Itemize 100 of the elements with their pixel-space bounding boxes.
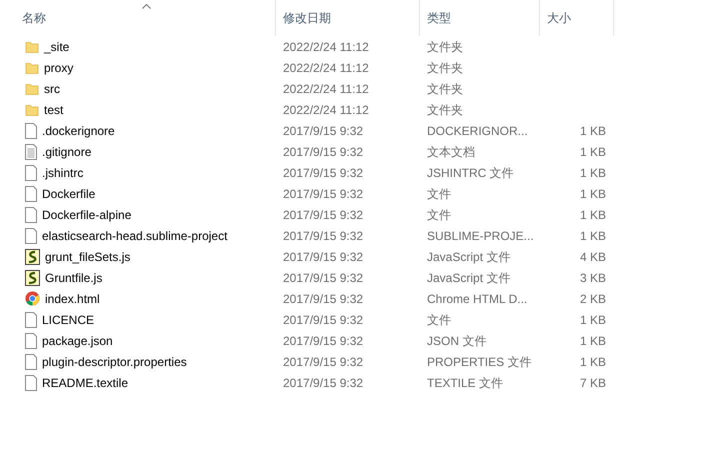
file-row[interactable]: .gitignore 2017/9/15 9:32 文本文档 1 KB bbox=[0, 141, 704, 162]
file-name: Dockerfile bbox=[42, 186, 96, 202]
file-row[interactable]: Dockerfile 2017/9/15 9:32 文件 1 KB bbox=[0, 183, 704, 204]
file-row[interactable]: elasticsearch-head.sublime-project 2017/9/15 9:32 SUBLIME-PROJE... 1 KB bbox=[0, 225, 704, 246]
file-icon bbox=[25, 332, 37, 348]
file-name: src bbox=[44, 80, 60, 98]
file-name: elasticsearch-head.sublime-project bbox=[42, 228, 228, 244]
modified-date: 2017/9/15 9:32 bbox=[283, 124, 364, 138]
file-type: 文件夹 bbox=[427, 60, 463, 74]
file-row[interactable]: Gruntfile.js 2017/9/15 9:32 JavaScript 文件 3 KB bbox=[0, 267, 704, 288]
modified-date: 2022/2/24 11:12 bbox=[283, 102, 369, 116]
file-name: plugin-descriptor.properties bbox=[42, 354, 187, 370]
file-row[interactable]: _site 2022/2/24 11:12 文件夹 bbox=[0, 36, 704, 57]
column-header[interactable]: 修改日期 bbox=[276, 0, 420, 36]
modified-date: 2017/9/15 9:32 bbox=[283, 312, 364, 326]
browser-icon bbox=[25, 291, 40, 306]
file-type: PROPERTIES 文件 bbox=[427, 354, 532, 368]
folder-icon bbox=[25, 102, 39, 116]
file-name: .gitignore bbox=[42, 144, 92, 160]
file-row[interactable]: .jshintrc 2017/9/15 9:32 JSHINTRC 文件 1 KB bbox=[0, 162, 704, 183]
file-name: Dockerfile-alpine bbox=[42, 206, 132, 224]
file-icon bbox=[25, 228, 37, 244]
file-row[interactable]: README.textile 2017/9/15 9:32 TEXTILE 文件 7 KB bbox=[0, 372, 704, 393]
modified-date: 2022/2/24 11:12 bbox=[283, 60, 369, 74]
file-type: 文件 bbox=[427, 186, 451, 200]
file-type: TEXTILE 文件 bbox=[427, 376, 504, 390]
file-size: 7 KB bbox=[580, 374, 606, 392]
column-header[interactable]: 名称 bbox=[0, 0, 276, 36]
file-row[interactable]: Dockerfile-alpine 2017/9/15 9:32 文件 1 KB bbox=[0, 204, 704, 225]
file-name: README.textile bbox=[42, 374, 128, 392]
file-size: 1 KB bbox=[580, 164, 606, 182]
modified-date: 2022/2/24 11:12 bbox=[283, 40, 369, 54]
file-row[interactable]: package.json 2017/9/15 9:32 JSON 文件 1 KB bbox=[0, 330, 704, 351]
file-size: 1 KB bbox=[580, 186, 606, 202]
file-icon bbox=[25, 164, 37, 180]
modified-date: 2022/2/24 11:12 bbox=[283, 82, 369, 96]
file-name: index.html bbox=[45, 290, 100, 308]
file-type: Chrome HTML D... bbox=[427, 292, 528, 306]
file-row[interactable]: proxy 2022/2/24 11:12 文件夹 bbox=[0, 57, 704, 78]
modified-date: 2017/9/15 9:32 bbox=[283, 292, 364, 306]
file-size: 2 KB bbox=[580, 290, 606, 308]
text-file-icon bbox=[25, 144, 37, 160]
file-type: 文件 bbox=[427, 208, 451, 222]
modified-date: 2017/9/15 9:32 bbox=[283, 166, 364, 180]
file-row[interactable]: .dockerignore 2017/9/15 9:32 DOCKERIGNOR... 1 KB bbox=[0, 120, 704, 141]
modified-date: 2017/9/15 9:32 bbox=[283, 250, 364, 264]
file-type: JSON 文件 bbox=[427, 334, 486, 348]
modified-date: 2017/9/15 9:32 bbox=[283, 228, 364, 242]
file-type: JSHINTRC 文件 bbox=[427, 166, 514, 180]
file-type: 文件夹 bbox=[427, 40, 463, 54]
file-row[interactable]: test 2022/2/24 11:12 文件夹 bbox=[0, 99, 704, 120]
file-type: 文本文档 bbox=[427, 144, 475, 158]
file-name: _site bbox=[44, 38, 70, 56]
file-size: 1 KB bbox=[580, 144, 606, 160]
file-row[interactable]: LICENCE 2017/9/15 9:32 文件 1 KB bbox=[0, 309, 704, 330]
file-name: test bbox=[44, 102, 64, 118]
column-header[interactable]: 类型 bbox=[420, 0, 540, 36]
file-size: 1 KB bbox=[580, 332, 606, 350]
file-row[interactable]: plugin-descriptor.properties 2017/9/15 9:32 PROPERTIES 文件 1 KB bbox=[0, 351, 704, 372]
file-icon bbox=[25, 354, 37, 370]
modified-date: 2017/9/15 9:32 bbox=[283, 334, 364, 348]
file-size: 1 KB bbox=[580, 206, 606, 224]
file-icon bbox=[25, 186, 37, 202]
file-size: 4 KB bbox=[580, 248, 606, 266]
file-type: SUBLIME-PROJE... bbox=[427, 228, 534, 242]
file-name: LICENCE bbox=[42, 312, 94, 328]
modified-date: 2017/9/15 9:32 bbox=[283, 270, 364, 284]
file-name: .dockerignore bbox=[42, 122, 115, 140]
modified-date: 2017/9/15 9:32 bbox=[283, 208, 364, 222]
modified-date: 2017/9/15 9:32 bbox=[283, 354, 364, 368]
file-name: proxy bbox=[44, 60, 74, 76]
file-size: 1 KB bbox=[580, 312, 606, 328]
folder-icon bbox=[25, 82, 39, 96]
file-size: 1 KB bbox=[580, 228, 606, 244]
file-size: 1 KB bbox=[580, 122, 606, 140]
file-icon bbox=[25, 312, 37, 328]
file-type: 文件夹 bbox=[427, 82, 463, 96]
file-row[interactable]: src 2022/2/24 11:12 文件夹 bbox=[0, 78, 704, 99]
file-type: DOCKERIGNOR... bbox=[427, 124, 528, 138]
file-icon bbox=[25, 374, 37, 390]
column-header[interactable]: 大小 bbox=[540, 0, 614, 36]
file-size: 1 KB bbox=[580, 354, 606, 370]
script-file-icon bbox=[25, 270, 40, 286]
folder-icon bbox=[25, 40, 39, 54]
script-file-icon bbox=[25, 248, 40, 264]
file-row[interactable]: index.html 2017/9/15 9:32 Chrome HTML D... 2 KB bbox=[0, 288, 704, 309]
file-size: 3 KB bbox=[580, 270, 606, 286]
file-row[interactable]: grunt_fileSets.js 2017/9/15 9:32 JavaScript 文件 4 KB bbox=[0, 246, 704, 267]
file-name: .jshintrc bbox=[42, 164, 84, 182]
file-type: JavaScript 文件 bbox=[427, 250, 510, 264]
file-name: Gruntfile.js bbox=[45, 270, 102, 286]
file-name: grunt_fileSets.js bbox=[45, 248, 130, 266]
modified-date: 2017/9/15 9:32 bbox=[283, 186, 364, 200]
file-type: JavaScript 文件 bbox=[427, 270, 510, 284]
modified-date: 2017/9/15 9:32 bbox=[283, 376, 364, 390]
file-icon bbox=[25, 122, 37, 138]
file-icon bbox=[25, 206, 37, 222]
modified-date: 2017/9/15 9:32 bbox=[283, 144, 364, 158]
folder-icon bbox=[25, 60, 39, 74]
file-type: 文件夹 bbox=[427, 102, 463, 116]
